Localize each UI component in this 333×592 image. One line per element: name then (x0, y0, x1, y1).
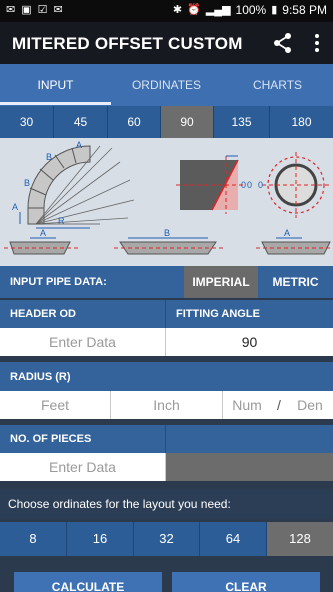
label-b-upper: B (46, 152, 52, 162)
header-fitting-label-row: HEADER OD FITTING ANGLE (0, 300, 333, 328)
piece-b-middle: B (114, 228, 224, 255)
angle-button-135[interactable]: 135 (214, 106, 270, 138)
imperial-button[interactable]: IMPERIAL (184, 266, 258, 298)
header-fitting-input-row: Enter Data 90 (0, 328, 333, 356)
label-zero-right-b: 0 (258, 180, 263, 190)
ordinates-prompt: Choose ordinates for the layout you need… (0, 489, 333, 519)
radius-feet-input[interactable]: Feet (0, 391, 111, 419)
fitting-angle-label: FITTING ANGLE (176, 308, 260, 320)
ordinate-button-16[interactable]: 16 (67, 522, 134, 556)
clock-time: 9:58 PM (282, 3, 327, 17)
piece-a-right: A (256, 228, 333, 255)
pieces-label-row: NO. OF PIECES (0, 425, 333, 453)
status-bar: ✉ ▣ ☑ ✉ ✱ ⏰ ▂▄▆ 100% ▮ 9:58 PM (0, 0, 333, 22)
angle-button-45[interactable]: 45 (54, 106, 108, 138)
angle-button-180[interactable]: 180 (270, 106, 333, 138)
ordinate-button-32[interactable]: 32 (134, 522, 200, 556)
ordinate-button-8[interactable]: 8 (0, 522, 67, 556)
label-b-lower: B (24, 178, 30, 188)
tab-input[interactable]: INPUT (0, 64, 111, 106)
ordinate-button-128[interactable]: 128 (267, 522, 333, 556)
angle-button-30[interactable]: 30 (0, 106, 54, 138)
battery-icon: ▮ (271, 4, 278, 16)
signal-icon: ▂▄▆ (205, 4, 231, 16)
calculate-button[interactable]: CALCULATE (14, 572, 162, 592)
radius-input-row: Feet Inch Num / Den (0, 391, 333, 419)
clear-button[interactable]: CLEAR (172, 572, 320, 592)
label-a-left: A (12, 202, 18, 212)
active-tab-indicator (0, 102, 111, 105)
email-icon: ✉ (53, 4, 63, 16)
sms-icon: ✉ (6, 4, 16, 16)
metric-button[interactable]: METRIC (258, 266, 333, 298)
piece-label-b: B (164, 228, 170, 238)
label-zero-right-a: 0 (247, 180, 252, 190)
angle-button-60[interactable]: 60 (108, 106, 161, 138)
tasks-icon: ☑ (37, 4, 48, 16)
piece-label-a-right: A (284, 228, 290, 238)
radius-inch-input[interactable]: Inch (111, 391, 223, 419)
offset-diagram: A B B A R 0 0 0 A B A (0, 138, 333, 266)
fitting-angle-input[interactable]: 90 (166, 328, 333, 356)
input-pipe-data-label: INPUT PIPE DATA: (10, 276, 107, 288)
elbow-drawing: A B B A R (12, 140, 135, 229)
label-a-top: A (76, 140, 82, 150)
input-pipe-data-row: INPUT PIPE DATA: IMPERIAL METRIC (0, 266, 333, 298)
radius-label: RADIUS (R) (10, 371, 71, 383)
piece-a-left: A (4, 228, 78, 255)
bluetooth-icon: ✱ (172, 4, 183, 16)
tab-ordinates[interactable]: ORDINATES (111, 64, 222, 106)
label-r: R (58, 216, 65, 226)
share-icon[interactable] (272, 32, 294, 54)
action-bar: CALCULATE CLEAR (0, 556, 333, 592)
fraction-slash: / (271, 391, 287, 419)
image-icon: ▣ (21, 4, 32, 16)
label-zero-mid: 0 (241, 180, 246, 190)
pieces-input[interactable]: Enter Data (0, 453, 166, 481)
header-od-input[interactable]: Enter Data (0, 328, 166, 356)
header-od-label: HEADER OD (0, 300, 166, 328)
battery-percent: 100% (235, 3, 267, 17)
more-options-icon[interactable] (309, 32, 325, 54)
cut-section-drawing: 0 (176, 155, 246, 214)
tab-charts[interactable]: CHARTS (222, 64, 333, 106)
piece-label-a-left: A (40, 228, 46, 238)
radius-denominator-input[interactable]: Den (287, 391, 333, 419)
pieces-label: NO. OF PIECES (0, 425, 166, 453)
angle-selector: 30 45 60 90 135 180 (0, 106, 333, 138)
radius-label-row: RADIUS (R) (0, 362, 333, 392)
pieces-filler (166, 453, 333, 481)
notification-icons: ✉ ▣ ☑ ✉ (6, 3, 63, 17)
ordinates-selector: 8 16 32 64 128 (0, 522, 333, 556)
app-title: MITERED OFFSET CUSTOM (12, 34, 243, 53)
pipe-end-view: 0 0 (247, 152, 330, 218)
app-bar: MITERED OFFSET CUSTOM (0, 22, 333, 64)
alarm-icon: ⏰ (187, 4, 201, 16)
radius-numerator-input[interactable]: Num (223, 391, 271, 419)
tab-bar: INPUT ORDINATES CHARTS (0, 64, 333, 106)
angle-button-90[interactable]: 90 (161, 106, 214, 138)
pieces-input-row: Enter Data (0, 453, 333, 481)
ordinate-button-64[interactable]: 64 (200, 522, 267, 556)
